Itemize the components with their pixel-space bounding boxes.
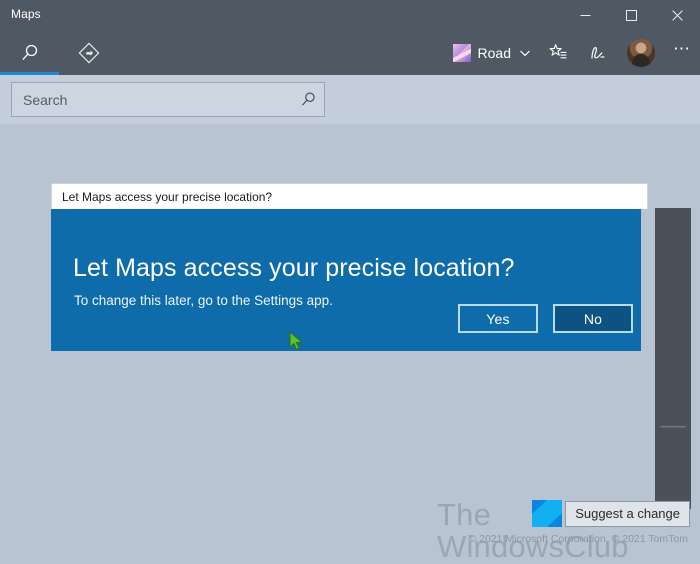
app-title-bar: Maps Road ⋯ — [0, 0, 700, 75]
maximize-button[interactable] — [608, 0, 654, 30]
window-controls — [562, 0, 700, 30]
suggest-a-change-button[interactable]: Suggest a change — [565, 500, 690, 527]
tab-search[interactable] — [0, 30, 59, 75]
minimize-icon — [580, 14, 590, 16]
close-button[interactable] — [654, 0, 700, 30]
avatar — [627, 38, 655, 67]
ellipsis-icon: ⋯ — [673, 39, 691, 58]
search-submit-button[interactable] — [292, 83, 324, 116]
yes-button[interactable]: Yes — [458, 304, 538, 333]
no-button[interactable]: No — [553, 304, 633, 333]
map-control-rail-overlap — [655, 208, 691, 385]
dialog-subtext: To change this later, go to the Settings… — [74, 293, 333, 308]
close-icon — [671, 9, 683, 21]
search-placeholder: Search — [23, 91, 68, 108]
dialog-heading: Let Maps access your precise location? — [73, 254, 515, 282]
minimize-button[interactable] — [562, 0, 608, 30]
ink-pen-icon — [591, 46, 605, 59]
app-title: Maps — [11, 7, 41, 21]
map-attribution: © 2021 Microsoft Corporation, © 2021 Tom… — [468, 533, 688, 545]
account-button[interactable] — [618, 30, 664, 75]
directions-icon — [78, 42, 99, 63]
search-icon — [21, 44, 37, 60]
dialog-title-bar: Let Maps access your precise location? — [51, 183, 648, 209]
maximize-icon — [625, 9, 637, 21]
tab-directions[interactable] — [59, 30, 118, 75]
dialog-action-row: Yes No — [458, 304, 633, 333]
more-options-button[interactable]: ⋯ — [664, 30, 700, 75]
search-icon — [301, 92, 315, 106]
zoom-out-button[interactable]: — — [655, 405, 691, 444]
favorites-button[interactable] — [538, 30, 578, 75]
top-toolbar: Road ⋯ — [445, 30, 700, 75]
dialog-body: Let Maps access your precise location? T… — [51, 209, 641, 351]
mouse-cursor — [289, 330, 305, 358]
suggest-change-group: Suggest a change — [532, 500, 690, 527]
bing-logo-icon — [532, 500, 563, 527]
chevron-down-icon — [520, 50, 530, 56]
map-style-selector[interactable]: Road — [445, 30, 538, 75]
search-input[interactable]: Search — [11, 82, 325, 117]
dialog-title: Let Maps access your precise location? — [62, 189, 273, 204]
tab-strip — [0, 30, 118, 75]
measure-distance-button[interactable] — [578, 30, 618, 75]
favorites-star-icon — [549, 43, 567, 58]
map-style-swatch-icon — [452, 43, 471, 62]
cursor-arrow-icon — [289, 330, 304, 351]
location-permission-dialog: Let Maps access your precise location? L… — [51, 183, 648, 351]
zoom-out-label: — — [660, 410, 686, 439]
map-style-label: Road — [477, 44, 511, 61]
